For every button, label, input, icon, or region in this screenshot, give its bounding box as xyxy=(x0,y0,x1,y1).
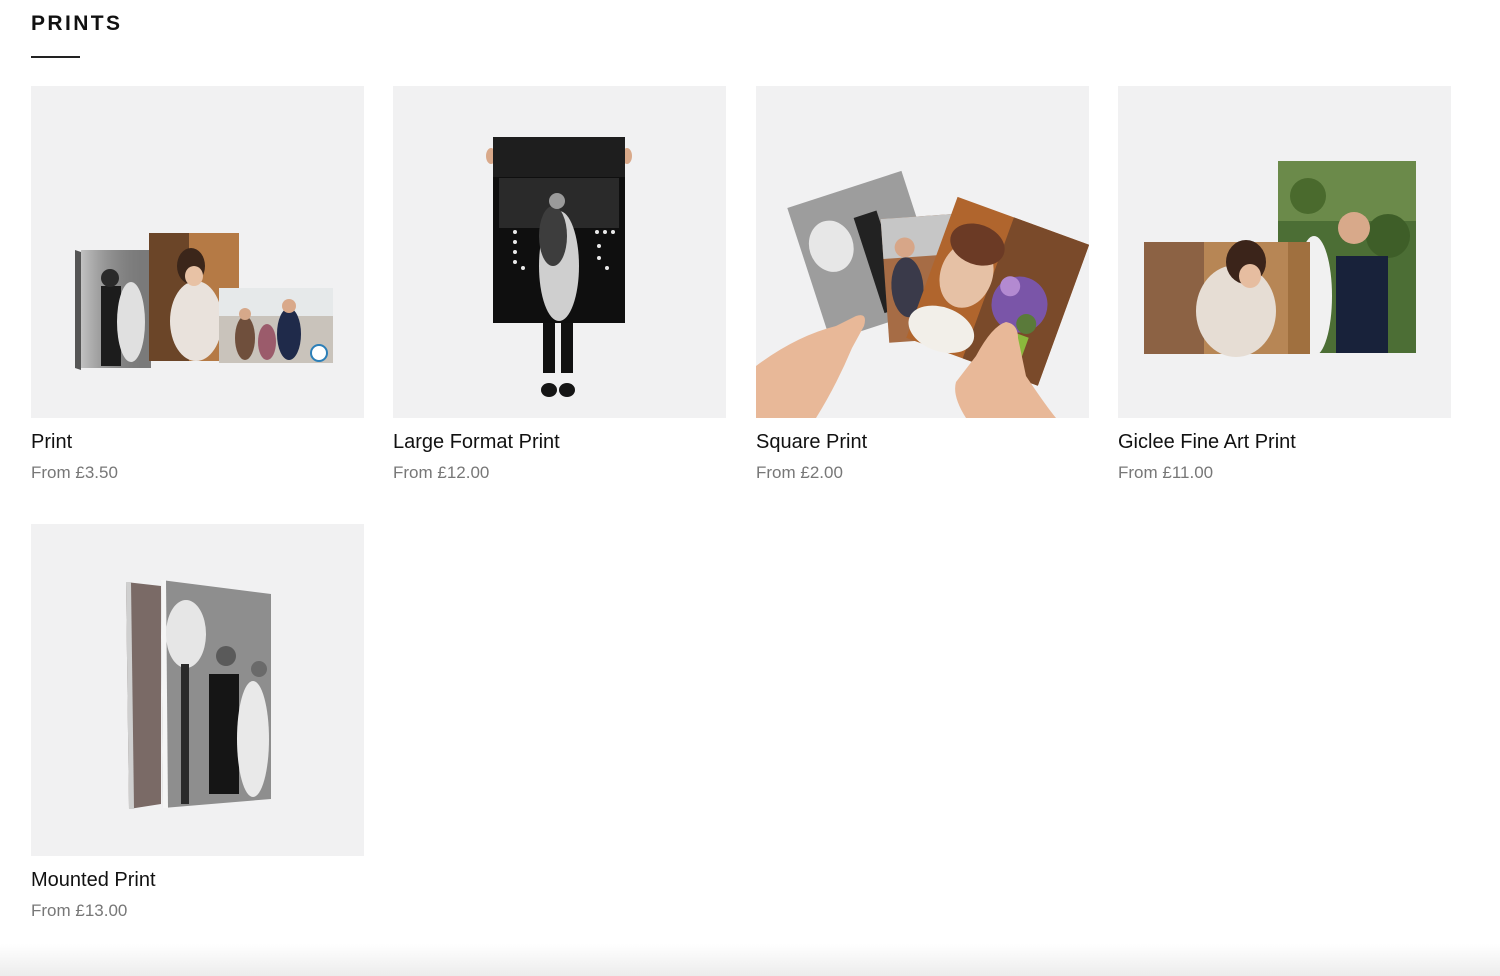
section-title: PRINTS xyxy=(31,12,123,35)
product-price: From £11.00 xyxy=(1118,463,1214,482)
product-name[interactable]: Mounted Print xyxy=(31,869,156,892)
product-card-large-format-print[interactable]: Large Format Print From £12.00 xyxy=(393,86,726,482)
product-image-mounted-print[interactable] xyxy=(31,524,364,856)
product-price: From £3.50 xyxy=(31,463,118,482)
bottom-edge-shadow xyxy=(0,944,1500,976)
product-card-giclee-fine-art-print[interactable]: Giclee Fine Art Print From £11.00 xyxy=(1118,86,1451,482)
product-card-square-print[interactable]: Square Print From £2.00 xyxy=(756,86,1089,482)
product-name[interactable]: Square Print xyxy=(756,431,867,454)
product-card-mounted-print[interactable]: Mounted Print From £13.00 xyxy=(31,524,364,920)
product-price: From £2.00 xyxy=(756,463,843,482)
prints-page: PRINTS Print From £3.50 Large Format Pri… xyxy=(0,0,1500,976)
product-price: From £12.00 xyxy=(393,463,490,482)
product-image-giclee-fine-art-print[interactable] xyxy=(1118,86,1451,418)
product-image-large-format-print[interactable] xyxy=(393,86,726,418)
product-name[interactable]: Print xyxy=(31,431,72,454)
product-image-square-print[interactable] xyxy=(756,86,1089,418)
product-name[interactable]: Giclee Fine Art Print xyxy=(1118,431,1296,454)
title-underline xyxy=(31,56,80,58)
product-image-print[interactable] xyxy=(31,86,364,418)
product-card-print[interactable]: Print From £3.50 xyxy=(31,86,364,482)
product-price: From £13.00 xyxy=(31,901,128,920)
product-name[interactable]: Large Format Print xyxy=(393,431,560,454)
